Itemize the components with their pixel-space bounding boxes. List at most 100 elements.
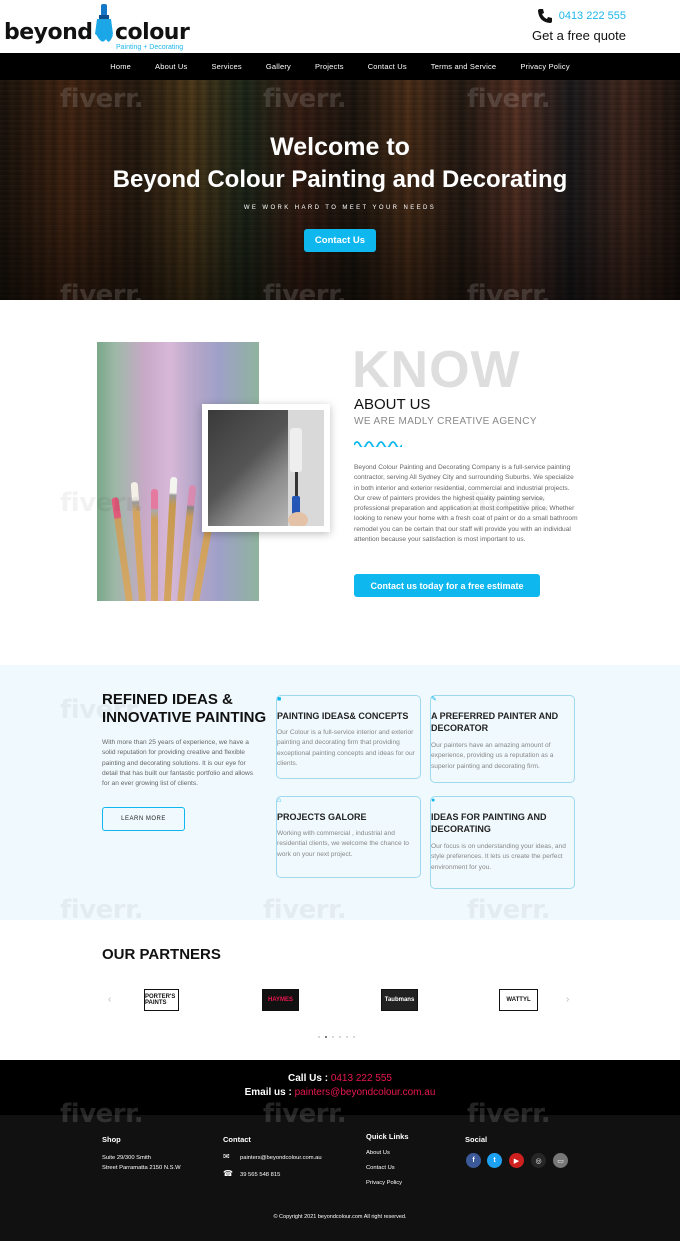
partner-logo-wattyl: WATTYL — [499, 989, 538, 1011]
logo-word-beyond: beyond — [4, 20, 93, 45]
phone-row[interactable]: 0413 222 555 — [532, 8, 626, 24]
hero-title-line1: Welcome to — [270, 133, 410, 161]
lightbulb-icon: ● — [431, 797, 436, 804]
footer-quick-links-title: Quick Links — [366, 1132, 409, 1141]
email-us-line: Email us : painters@beyondcolour.com.au — [0, 1087, 680, 1098]
carousel-dot[interactable] — [339, 1036, 341, 1038]
paintbrush — [130, 481, 147, 601]
partners-section: OUR PARTNERS ‹ PORTER'S PAINTS HAYMES Ta… — [0, 920, 680, 1060]
footer-link-about-us[interactable]: About Us — [366, 1148, 390, 1158]
brush-icon: ✎ — [431, 696, 437, 703]
zigzag-divider-icon — [354, 441, 402, 447]
about-section: KNOW ABOUT US WE ARE MADLY CREATIVE AGEN… — [0, 300, 680, 665]
paint-roller-image — [208, 410, 324, 526]
paintbrush — [176, 484, 197, 601]
carousel-dot[interactable] — [325, 1036, 327, 1038]
feature-card: ● IDEAS FOR PAINTING AND DECORATING Our … — [430, 796, 575, 889]
nav-item-services[interactable]: Services — [199, 62, 253, 71]
footer-link-contact-us[interactable]: Contact Us — [366, 1163, 395, 1173]
carousel-dot[interactable] — [318, 1036, 320, 1038]
feature-card: ✎ A PREFERRED PAINTER AND DECORATOR Our … — [430, 695, 575, 783]
nav-item-gallery[interactable]: Gallery — [254, 62, 303, 71]
hero-contact-button[interactable]: Contact Us — [304, 229, 376, 252]
logo[interactable]: beyond colour Painting + Decorating — [4, 4, 194, 52]
nav-item-about-us[interactable]: About Us — [143, 62, 199, 71]
envelope-icon: ✉ — [223, 1152, 230, 1161]
card-title: IDEAS FOR PAINTING AND DECORATING — [431, 812, 547, 834]
site-footer: fiverr. fiverr. fiverr. Shop Suite 29/30… — [0, 1099, 680, 1241]
call-us-line: Call Us : 0413 222 555 — [0, 1073, 680, 1084]
card-title: PROJECTS GALORE — [277, 812, 367, 822]
footer-contact-phone[interactable]: 39 565 548 815 — [240, 1170, 280, 1180]
youtube-icon[interactable]: ▶ — [509, 1153, 524, 1168]
paintbrush — [163, 476, 178, 601]
email-us-address[interactable]: painters@beyondcolour.com.au — [295, 1087, 436, 1098]
card-body: Working with commercial , industrial and… — [277, 830, 409, 858]
nav-item-projects[interactable]: Projects — [303, 62, 356, 71]
footer-social-title: Social — [465, 1135, 488, 1144]
nav-item-privacy[interactable]: Privacy Policy — [508, 62, 581, 71]
card-body: Our focus is on understanding your ideas… — [431, 843, 566, 871]
nav-item-home[interactable]: Home — [98, 62, 143, 71]
nav-item-terms[interactable]: Terms and Service — [419, 62, 509, 71]
contact-band: Call Us : 0413 222 555 Email us : painte… — [0, 1060, 680, 1115]
site-header: beyond colour Painting + Decorating 0413… — [0, 0, 680, 53]
partner-logo-haymes: HAYMES — [262, 989, 299, 1011]
hero-subtitle: WE WORK HARD TO MEET YOUR NEEDS — [243, 205, 437, 211]
footer-contact-email[interactable]: painters@beyondcolour.com.au — [240, 1153, 322, 1163]
partner-logo-porters: PORTER'S PAINTS — [144, 989, 179, 1011]
logo-word-colour: colour — [115, 20, 190, 45]
background-word: KNOW — [352, 341, 521, 399]
nav-item-contact-us[interactable]: Contact Us — [356, 62, 419, 71]
instagram-icon[interactable]: ◎ — [531, 1153, 546, 1168]
quote-box: 0413 222 555 Get a free quote — [532, 8, 626, 43]
hero-title-line2: Beyond Colour Painting and Decorating — [112, 166, 568, 193]
email-us-label: Email us : — [244, 1087, 292, 1098]
free-estimate-button[interactable]: Contact us today for a free estimate — [354, 574, 540, 597]
partner-logo-taubmans: Taubmans — [381, 989, 418, 1011]
logo-tagline: Painting + Decorating — [116, 44, 184, 51]
header-phone-number[interactable]: 0413 222 555 — [559, 10, 626, 22]
main-nav: Home About Us Services Gallery Projects … — [0, 53, 680, 80]
footer-contact-title: Contact — [223, 1135, 251, 1144]
carousel-prev-arrow-icon[interactable]: ‹ — [108, 994, 111, 1005]
ideas-section: fiverr. fiverr. fiverr. fiverr. REFINED … — [0, 665, 680, 925]
phone-icon — [537, 9, 552, 23]
copyright-text: © Copyright 2021 beyondcolour.com All ri… — [273, 1214, 407, 1220]
headset-icon: ☎ — [223, 1169, 233, 1178]
ideas-body-text: With more than 25 years of experience, w… — [102, 739, 254, 788]
paintbrush — [111, 497, 134, 601]
about-body-text: Beyond Colour Painting and Decorating Co… — [354, 464, 578, 544]
footer-link-privacy-policy[interactable]: Privacy Policy — [366, 1178, 402, 1188]
call-us-number[interactable]: 0413 222 555 — [331, 1073, 392, 1084]
card-body: Our painters have an amazing amount of e… — [431, 742, 554, 770]
facebook-icon[interactable]: f — [466, 1153, 481, 1168]
paintbrush — [151, 489, 158, 601]
card-title: A PREFERRED PAINTER AND DECORATOR — [431, 711, 559, 733]
carousel-next-arrow-icon[interactable]: › — [566, 994, 569, 1005]
ideas-title-line1: REFINED IDEAS & — [102, 691, 233, 708]
footer-shop-address-line2: Street Parramatta 2150 N.S.W — [102, 1165, 181, 1171]
twitter-icon[interactable]: t — [487, 1153, 502, 1168]
carousel-dot[interactable] — [353, 1036, 355, 1038]
carousel-dots — [318, 1036, 355, 1038]
carousel-dot[interactable] — [332, 1036, 334, 1038]
call-us-label: Call Us : — [288, 1073, 329, 1084]
card-body: Our Colour is a full-service interior an… — [277, 729, 415, 767]
about-subheading: WE ARE MADLY CREATIVE AGENCY — [354, 416, 537, 427]
free-quote-text: Get a free quote — [532, 28, 626, 43]
ideas-title-line2: INNOVATIVE PAINTING — [102, 709, 267, 726]
learn-more-button[interactable]: LEARN MORE — [102, 807, 185, 831]
hero-section: fiverr. fiverr. fiverr. fiverr. fiverr. … — [0, 80, 680, 300]
card-title: PAINTING IDEAS& CONCEPTS — [277, 711, 409, 721]
feature-card: ■ PAINTING IDEAS& CONCEPTS Our Colour is… — [276, 695, 421, 779]
paint-roller-image-frame — [202, 404, 330, 532]
carousel-dot[interactable] — [346, 1036, 348, 1038]
footer-shop-title: Shop — [102, 1135, 121, 1144]
feature-card: ⌂ PROJECTS GALORE Working with commercia… — [276, 796, 421, 878]
footer-shop-address-line1: Suite 29/300 Smith — [102, 1155, 151, 1161]
home-icon: ⌂ — [277, 797, 282, 804]
print-icon[interactable]: ▭ — [553, 1153, 568, 1168]
partners-title: OUR PARTNERS — [102, 946, 221, 963]
paint-drop-icon: ■ — [277, 696, 282, 703]
